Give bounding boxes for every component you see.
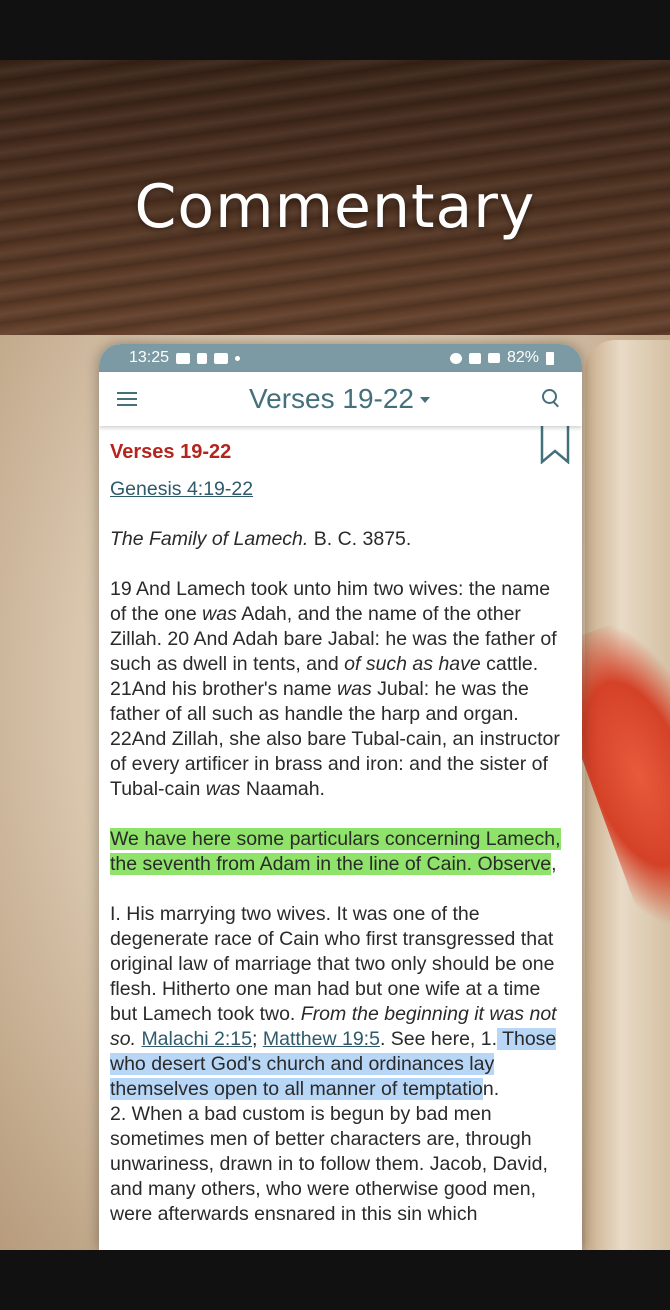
intro-italic: The Family of Lamech. <box>110 528 309 550</box>
image-notification-icon <box>176 352 191 364</box>
highlight-tail: n. <box>482 1078 500 1100</box>
commentary-text: . See here, 1. <box>379 1028 498 1050</box>
caret-down-icon <box>420 397 430 403</box>
reference-link[interactable]: Genesis 4:19-22 <box>110 478 253 500</box>
verse-italic: was <box>202 603 237 625</box>
highlighted-paragraph: We have here some particulars concerning… <box>110 827 568 877</box>
mute-icon <box>468 352 481 364</box>
app-bar: Verses 19-22 <box>99 372 582 426</box>
section-title: Verses 19-22 <box>110 441 232 463</box>
top-black-bar <box>0 0 670 60</box>
bookmark-icon[interactable] <box>540 426 570 464</box>
intro-date: B. C. 3875. <box>313 528 412 550</box>
intro-line: The Family of Lamech. B. C. 3875. <box>110 527 568 552</box>
battery-icon <box>546 351 554 365</box>
battery-percent: 82% <box>506 349 539 366</box>
malachi-link[interactable]: Malachi 2:15 <box>141 1028 252 1050</box>
promo-headline: Commentary <box>134 172 536 242</box>
verse-selector-dropdown[interactable]: Verses 19-22 <box>249 383 430 415</box>
verse-text: Naamah. <box>240 778 325 800</box>
youtube-notification-icon <box>214 352 229 364</box>
highlight-tail: , <box>551 853 557 875</box>
alarm-icon <box>449 352 462 364</box>
anchor-notification-icon <box>197 352 208 364</box>
commentary-text: 2. When a bad custom is begun by bad men… <box>110 1103 548 1225</box>
bottom-black-bar <box>0 1250 670 1310</box>
more-notifications-dot-icon <box>235 355 241 361</box>
status-time: 13:25 <box>129 349 170 366</box>
verse-paragraph: 19 And Lamech took unto him two wives: t… <box>110 577 568 802</box>
verse-italic: was <box>337 678 372 700</box>
signal-icon <box>487 353 500 363</box>
verse-italic: of such as have <box>344 653 481 675</box>
menu-icon[interactable] <box>117 392 137 406</box>
search-icon[interactable] <box>542 389 562 409</box>
link-separator: ; <box>252 1028 263 1050</box>
verse-italic: was <box>205 778 241 800</box>
commentary-paragraph: I. His marrying two wives. It was one of… <box>110 902 568 1227</box>
commentary-content: Verses 19-22 Genesis 4:19-22 The Family … <box>99 426 582 1227</box>
phone-screen: 13:25 82% Verses 19-22 Verses 19-22 Gene… <box>99 344 582 1250</box>
status-bar: 13:25 82% <box>99 344 582 372</box>
green-highlight[interactable]: We have here some particulars concerning… <box>110 828 561 875</box>
app-bar-title: Verses 19-22 <box>249 383 414 414</box>
matthew-link[interactable]: Matthew 19:5 <box>263 1028 380 1050</box>
